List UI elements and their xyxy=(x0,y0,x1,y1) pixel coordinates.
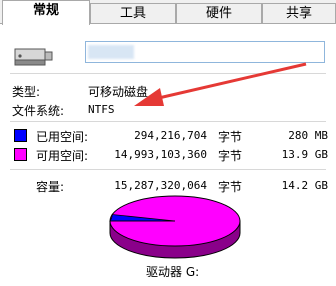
general-panel: 类型: 可移动磁盘 文件系统: NTFS 已用空间: 294,216,704 字… xyxy=(0,23,336,286)
capacity-bytes: 15,287,320,064 xyxy=(114,179,207,192)
used-space-swatch xyxy=(14,129,27,142)
tab-tools-label: 工具 xyxy=(119,6,146,21)
tab-general[interactable]: 常规 xyxy=(2,0,90,25)
separator xyxy=(10,169,326,170)
free-space-unit: 字节 xyxy=(218,149,243,163)
name-blur xyxy=(88,45,134,59)
capacity-size: 14.2 GB xyxy=(281,179,328,192)
filesystem-label: 文件系统: xyxy=(12,104,65,118)
tab-general-label: 常规 xyxy=(32,3,59,18)
separator xyxy=(10,121,326,122)
disk-usage-pie xyxy=(109,195,241,259)
drive-label: 驱动器 G: xyxy=(146,265,200,279)
type-label: 类型: xyxy=(12,85,41,99)
used-space-unit: 字节 xyxy=(218,130,243,144)
capacity-label: 容量: xyxy=(36,180,65,194)
free-space-size: 13.9 GB xyxy=(281,148,328,161)
free-space-bytes: 14,993,103,360 xyxy=(114,148,207,161)
tab-sharing[interactable]: 共享 xyxy=(262,3,336,23)
tab-hardware-label: 硬件 xyxy=(205,6,232,21)
usb-drive-icon xyxy=(14,43,54,71)
tab-sharing-label: 共享 xyxy=(285,6,312,21)
used-space-label: 已用空间: xyxy=(36,130,89,144)
red-arrow-annotation xyxy=(134,62,307,106)
tab-hardware[interactable]: 硬件 xyxy=(176,3,262,23)
tab-tools[interactable]: 工具 xyxy=(90,3,176,23)
used-space-bytes: 294,216,704 xyxy=(134,129,207,142)
used-space-size: 280 MB xyxy=(288,129,328,142)
free-space-label: 可用空间: xyxy=(36,149,89,163)
tab-bar: 常规 工具 硬件 共享 xyxy=(0,0,336,25)
filesystem-value: NTFS xyxy=(88,103,115,116)
free-space-swatch xyxy=(14,148,27,161)
